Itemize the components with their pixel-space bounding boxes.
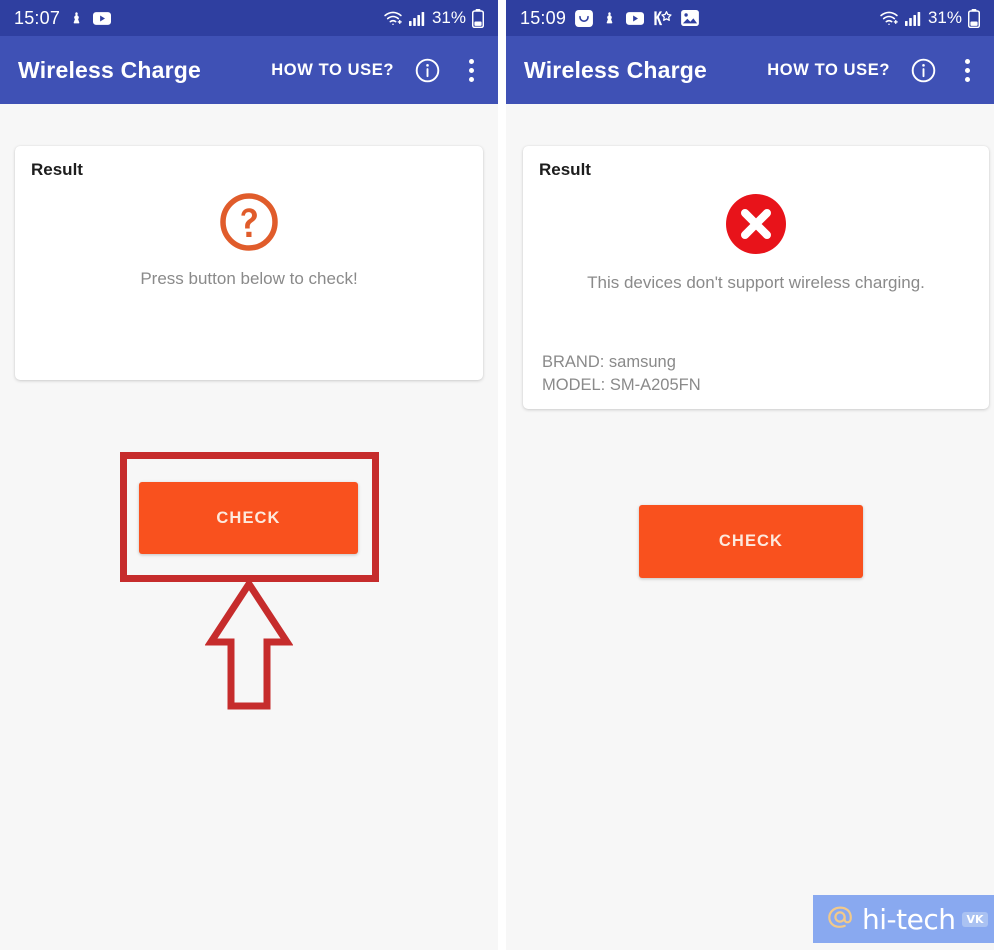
how-to-use-button[interactable]: HOW TO USE? [767,61,890,80]
vk-badge-icon: VK [962,911,988,927]
battery-icon [968,8,980,28]
result-card-title: Result [31,160,83,179]
at-sign-icon [825,902,855,937]
app-title: Wireless Charge [18,56,202,83]
battery-icon [472,8,484,28]
overflow-dot [965,67,970,73]
question-circle-icon [217,190,281,254]
how-to-use-button[interactable]: HOW TO USE? [271,61,394,80]
result-message: This devices don't support wireless char… [587,273,925,292]
status-bar-right: 31% [383,8,484,28]
status-bar-right: 31% [879,8,980,28]
download-icon [69,11,84,26]
gallery-icon [681,10,699,26]
wifi-icon [879,10,899,26]
result-card-body: Press button below to check! [15,190,483,289]
app-bar: Wireless Charge HOW TO USE? [506,36,994,104]
status-bar-left: 15:09 [520,8,699,29]
more-vertical-icon[interactable] [463,55,480,86]
device-info: BRAND: samsung MODEL: SM-A205FN [542,351,701,396]
device-brand-line: BRAND: samsung [542,353,676,372]
wifi-icon [383,10,403,26]
overflow-dot [469,58,474,64]
check-button[interactable]: CHECK [139,482,358,554]
overflow-dot [469,67,474,73]
device-model-line: MODEL: SM-A205FN [542,375,701,394]
status-bar-clock: 15:09 [520,7,567,28]
more-vertical-icon[interactable] [959,55,976,86]
signal-bars-icon [904,11,922,26]
status-bar-clock: 15:07 [14,7,61,28]
result-card-body: This devices don't support wireless char… [523,190,989,293]
screen-before-check: 15:07 31% Wireless Charge HOW TO USE? Re… [0,0,498,950]
panel-divider [498,0,506,950]
result-card: Result This devices don't support wirele… [523,146,989,409]
result-card: Result Press button below to check! [15,146,483,380]
app-title: Wireless Charge [524,56,708,83]
youtube-icon [93,11,112,25]
overflow-dot [965,76,970,82]
battery-percent-label: 31% [431,8,466,27]
info-circle-icon[interactable] [910,57,937,84]
status-bar-left: 15:07 [14,7,112,29]
screen-content: Result This devices don't support wirele… [506,104,994,950]
overflow-dot [965,58,970,64]
up-arrow-outline-icon [204,577,294,717]
message-icon [575,9,593,27]
watermark: hi-tech VK [813,895,994,943]
status-bar: 15:07 31% [0,0,498,36]
screen-after-check: 15:09 31% Wireless Charge HOW TO USE? Re… [506,0,994,950]
info-circle-icon[interactable] [414,57,441,84]
check-button[interactable]: CHECK [639,505,863,578]
signal-bars-icon [408,11,426,26]
battery-percent-label: 31% [927,8,962,27]
app-bar: Wireless Charge HOW TO USE? [0,36,498,104]
screen-content: Result Press button below to check! CHEC… [0,104,498,950]
error-circle-icon [722,190,790,258]
dual-screenshot-container: 15:07 31% Wireless Charge HOW TO USE? Re… [0,0,994,950]
yandex-star-icon [653,10,672,27]
overflow-dot [469,76,474,82]
result-card-title: Result [539,160,591,179]
result-message: Press button below to check! [140,269,358,288]
watermark-text: hi-tech [862,902,956,936]
youtube-icon [626,11,645,25]
download-icon [602,11,617,26]
status-bar: 15:09 31% [506,0,994,36]
